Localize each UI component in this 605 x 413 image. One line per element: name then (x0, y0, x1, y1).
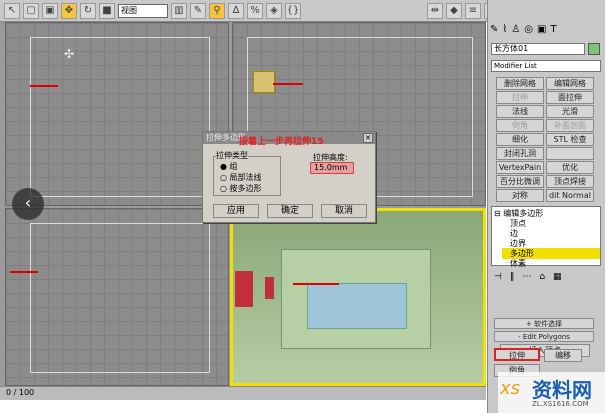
modifier-button[interactable]: STL 检查 (546, 133, 594, 146)
modify-tab-icon[interactable]: ⌇ (502, 24, 507, 40)
modifier-button[interactable]: 编辑网格 (546, 77, 594, 90)
carousel-prev-button[interactable]: ‹ (12, 188, 44, 220)
modifier-button[interactable]: 光滑 (546, 105, 594, 118)
cancel-button[interactable]: 取消 (321, 204, 367, 218)
modifier-button[interactable] (546, 147, 594, 160)
display-tab-icon[interactable]: ▣ (537, 24, 546, 40)
manipulate-icon[interactable]: ✎ (190, 2, 206, 19)
axis-x-icon (273, 83, 303, 85)
layer-icon[interactable]: ≡ (465, 2, 481, 19)
snap-icon[interactable]: ⚲ (209, 2, 225, 19)
reference-coord-select[interactable]: 视图 (118, 3, 168, 18)
modifier-button[interactable]: 顶点焊接 (546, 175, 594, 188)
viewport-perspective[interactable] (230, 208, 486, 386)
frame-counter: 0 / 100 (6, 388, 35, 397)
watermark-url: ZL.XS1616.COM (532, 400, 589, 408)
modifier-button[interactable]: 对称 (496, 189, 544, 202)
viewport-top[interactable]: ✣ (5, 22, 229, 206)
watermark-logo-icon: xs (500, 378, 521, 399)
hierarchy-tab-icon[interactable]: ♙ (511, 24, 520, 40)
command-panel: ✎ ⌇ ♙ ◎ ▣ T 长方体01 Modifier List 删除网格 编辑网格 拉伸 面拉伸… (487, 0, 605, 413)
modifier-button[interactable]: dit Normal (546, 189, 594, 202)
modifier-button[interactable]: VertexPain (496, 161, 544, 174)
group-label: 拉伸类型 (216, 150, 248, 161)
select-region-icon[interactable]: ▢ (23, 2, 39, 19)
radio-local-normal[interactable]: ○ 局部法线 (220, 172, 262, 183)
modifier-button[interactable]: 封闭孔洞 (496, 147, 544, 160)
modifier-button[interactable]: 百分比微调 (496, 175, 544, 188)
close-button[interactable]: × (363, 133, 373, 143)
apply-button[interactable]: 应用 (213, 204, 259, 218)
modifier-button[interactable]: 面拉伸 (546, 91, 594, 104)
modifier-button[interactable]: 删除网格 (496, 77, 544, 90)
percent-snap-icon[interactable]: % (247, 2, 263, 19)
rollout-edit-polygons[interactable]: - Edit Polygons (494, 331, 594, 342)
watermark-text: 资料网 (532, 378, 592, 402)
ok-button[interactable]: 确定 (267, 204, 313, 218)
window-crossing-icon[interactable]: ▣ (42, 2, 58, 19)
extrude-button[interactable]: 拉伸 (494, 348, 540, 361)
watermark: 资料网 ZL.XS1616.COM xs (498, 372, 605, 413)
modifier-button[interactable]: 法线 (496, 105, 544, 118)
rollout-soft-selection[interactable]: + 软件选择 (494, 318, 594, 329)
axis-x-icon (30, 85, 58, 87)
pivot-icon[interactable]: ▥ (171, 2, 187, 19)
rotate-icon[interactable]: ↻ (80, 2, 96, 19)
move-icon[interactable]: ✥ (61, 2, 77, 19)
modifier-button[interactable]: 细化 (496, 133, 544, 146)
modifier-stack[interactable]: ⊟ 编辑多边形 顶点 边 边界 多边形 体素 (491, 206, 601, 269)
radio-by-polygon[interactable]: ○ 按多边形 (220, 183, 262, 194)
modifier-button[interactable]: 补面剖面 (546, 119, 594, 132)
modifier-list-dropdown[interactable]: Modifier List (491, 60, 601, 72)
mirror-icon[interactable]: ⇹ (427, 2, 443, 19)
object-gizmo (253, 71, 275, 93)
extrude-height-input[interactable]: 15.0mm (310, 162, 354, 174)
modifier-button[interactable]: 倒角 (496, 119, 544, 132)
annotation-text: 接着上一步再拉伸15 (239, 137, 324, 147)
extrude-type-group: 拉伸类型 ● 组 ○ 局部法线 ○ 按多边形 (213, 150, 281, 196)
radio-group[interactable]: ● 组 (220, 161, 238, 172)
object-name-input[interactable]: 长方体01 (491, 43, 585, 55)
stack-item-element[interactable]: 体素 (510, 258, 526, 269)
spinner-snap-icon[interactable]: ◈ (266, 2, 282, 19)
align-icon[interactable]: ◆ (446, 2, 462, 19)
modifier-button[interactable]: 优化 (546, 161, 594, 174)
object-color-swatch[interactable] (588, 43, 600, 55)
scale-icon[interactable]: ■ (99, 2, 115, 19)
time-slider[interactable]: 0 / 100 (0, 386, 486, 400)
viewport-left[interactable] (5, 208, 229, 386)
modifier-button[interactable]: 拉伸 (496, 91, 544, 104)
named-selection-icon[interactable]: {} (285, 2, 301, 19)
cursor-icon: ✣ (64, 47, 75, 61)
outline-button[interactable]: 编移 (544, 349, 582, 362)
select-icon[interactable]: ↖ (4, 2, 20, 19)
utilities-tab-icon[interactable]: T (550, 24, 556, 40)
extrude-polygons-dialog: 拉伸多边形 × 接着上一步再拉伸15 拉伸类型 ● 组 ○ 局部法线 ○ 按多边… (202, 131, 376, 223)
motion-tab-icon[interactable]: ◎ (524, 24, 533, 40)
angle-snap-icon[interactable]: ∆ (228, 2, 244, 19)
panel-tabs: ✎ ⌇ ♙ ◎ ▣ T (490, 24, 602, 40)
stack-tools[interactable]: ⊣‖⋯⌂▦ (494, 272, 570, 282)
axis-x-icon (10, 271, 38, 273)
create-tab-icon[interactable]: ✎ (490, 24, 498, 40)
